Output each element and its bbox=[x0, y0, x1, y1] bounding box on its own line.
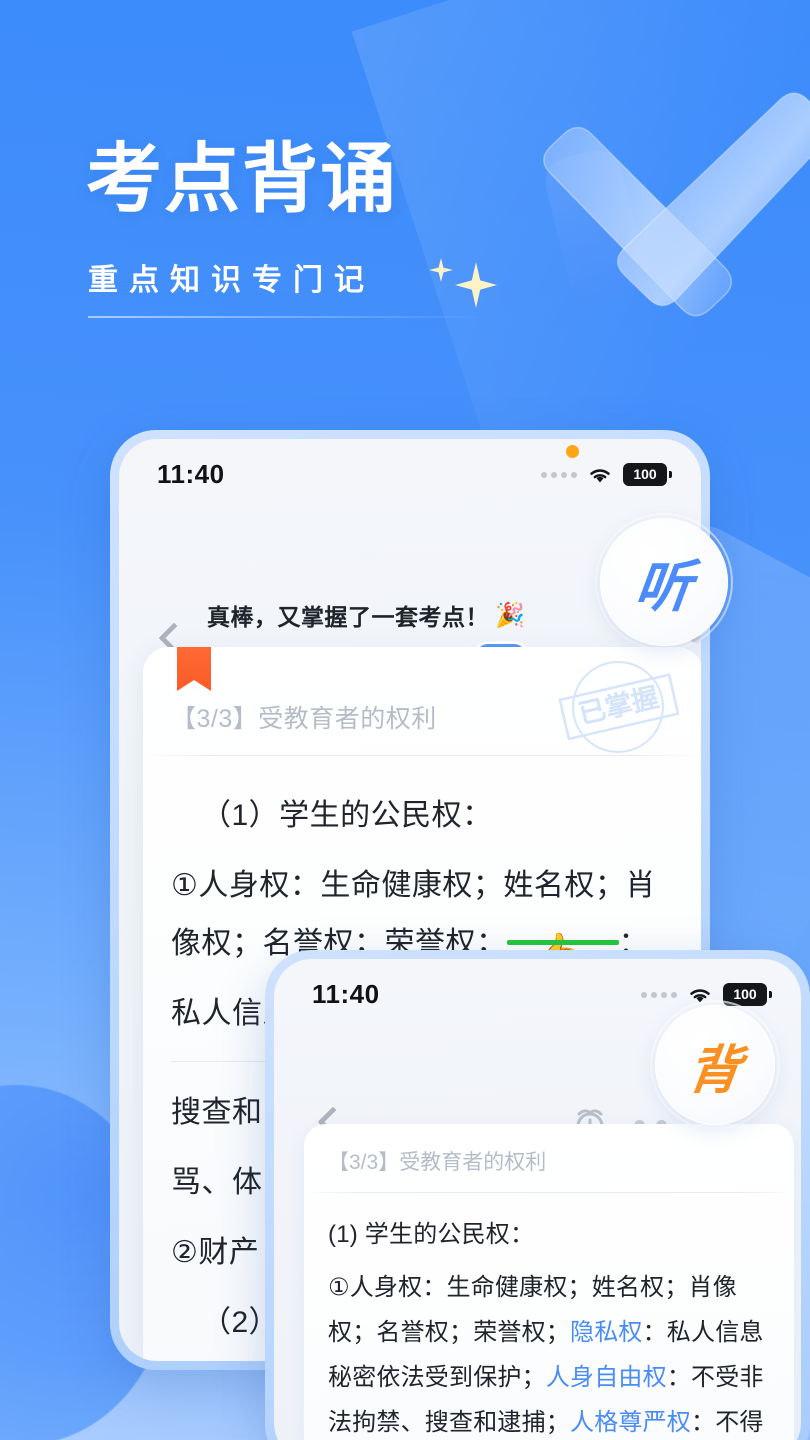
card-line-2-text: ①人身权：生命健康权；姓名权；肖像权；名誉权；荣誉权； bbox=[171, 869, 656, 960]
signal-dots-icon bbox=[641, 991, 677, 998]
card-divider-recite bbox=[304, 1192, 794, 1193]
listen-mode-button[interactable]: 听 bbox=[600, 518, 728, 646]
battery-indicator: 100 bbox=[623, 463, 672, 486]
card-line-1: （1）学生的公民权： bbox=[201, 799, 493, 832]
status-time: 11:40 bbox=[157, 459, 225, 489]
promo-banner: 考点背诵 重点知识专门记 11:40 100 真棒，又掌握了一套考点！ 🎉 已掌… bbox=[0, 0, 810, 1440]
card-kicker-recite: 【3/3】受教育者的权利 bbox=[328, 1151, 547, 1174]
checkmark-3d-icon bbox=[543, 92, 810, 317]
cf-line-1: (1) 学生的公民权： bbox=[328, 1221, 535, 1248]
page-title: 考点背诵 bbox=[86, 137, 398, 222]
term-personal-dignity[interactable]: 人格尊严权 bbox=[570, 1409, 691, 1436]
term-personal-freedom[interactable]: 人身自由权 bbox=[546, 1364, 667, 1391]
term-privacy[interactable]: 隐私权 bbox=[570, 1319, 643, 1346]
signal-dots-icon bbox=[541, 471, 577, 478]
status-bar: 11:40 100 bbox=[119, 439, 701, 490]
sparkle-icon bbox=[455, 262, 497, 308]
sparkle-icon bbox=[429, 258, 453, 282]
card-body-recite: (1) 学生的公民权： ①人身权：生命健康权；姓名权；肖像权；名誉权；荣誉权；隐… bbox=[328, 1212, 774, 1440]
wifi-icon bbox=[590, 468, 610, 482]
status-time-recite: 11:40 bbox=[312, 979, 380, 1009]
recite-mode-button[interactable]: 背 bbox=[655, 1005, 775, 1125]
subtitle-underline bbox=[88, 316, 488, 318]
nav-title-text: 真棒，又掌握了一套考点！ bbox=[207, 604, 489, 630]
mastered-stamp-icon: 已掌握 bbox=[558, 661, 680, 753]
recite-button-label: 背 bbox=[684, 1041, 744, 1100]
card-kicker-listen: 【3/3】受教育者的权利 bbox=[171, 705, 437, 733]
background-sheen bbox=[351, 0, 810, 470]
mastered-stamp-text: 已掌握 bbox=[576, 682, 662, 729]
page-subtitle: 重点知识专门记 bbox=[88, 264, 375, 297]
party-emoji-icon: 🎉 bbox=[495, 601, 526, 629]
listen-button-label: 听 bbox=[631, 554, 696, 618]
cf-line-2: ①人身权：生命健康权；姓名权；肖像权；名誉权；荣誉权；隐私权：私人信息秘密依法受… bbox=[328, 1265, 774, 1440]
nav-title-listen: 真棒，又掌握了一套考点！ 🎉 bbox=[207, 598, 537, 632]
knowledge-card-recite: 【3/3】受教育者的权利 (1) 学生的公民权： ①人身权：生命健康权；姓名权；… bbox=[304, 1124, 794, 1440]
recording-dot-icon bbox=[566, 445, 579, 458]
card-divider bbox=[143, 755, 701, 756]
bookmark-icon[interactable] bbox=[177, 647, 211, 691]
